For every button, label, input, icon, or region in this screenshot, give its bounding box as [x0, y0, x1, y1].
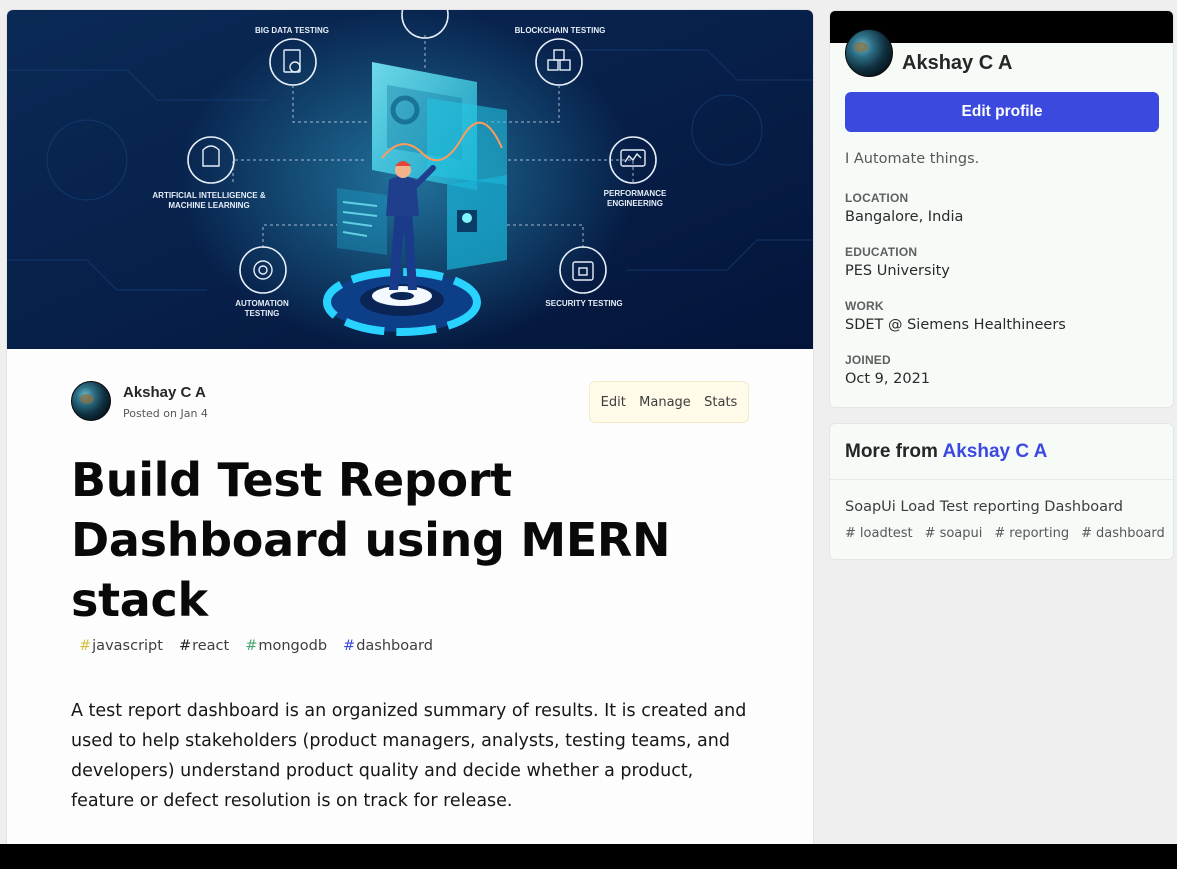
tag-loadtest[interactable]: # loadtest [841, 526, 921, 541]
profile-work: WORK SDET @ Siemens Healthineers [845, 299, 1066, 333]
tag-label: reporting [1009, 526, 1070, 541]
tag-react[interactable]: #react [171, 638, 237, 654]
cover-image: BIG DATA TESTING BLOCKCHAIN TESTING ARTI… [7, 10, 813, 349]
article-author-row: Akshay C A Posted on Jan 4 Edit Manage S… [71, 381, 749, 425]
tag-javascript[interactable]: #javascript [71, 638, 171, 654]
tag-mongodb[interactable]: #mongodb [237, 638, 335, 654]
posted-date: Posted on Jan 4 [123, 407, 208, 420]
tag-label: react [192, 638, 230, 654]
more-from-heading: More from Akshay C A [845, 441, 1047, 463]
field-label: JOINED [845, 353, 891, 367]
tag-label: dashboard [356, 638, 433, 654]
tag-dashboard[interactable]: #dashboard [335, 638, 441, 654]
cover-label-security: SECURITY TESTING [545, 299, 622, 308]
edit-link[interactable]: Edit [599, 391, 628, 414]
more-from-card: More from Akshay C A SoapUi Load Test re… [829, 423, 1174, 560]
article-card: BIG DATA TESTING BLOCKCHAIN TESTING ARTI… [7, 10, 813, 844]
tag-label: loadtest [859, 526, 913, 541]
tag-hash: # [343, 638, 356, 654]
more-from-tags: # loadtest # soapui # reporting # dashboard [841, 526, 1173, 541]
cover-label-big-data: BIG DATA TESTING [255, 26, 329, 35]
field-label: WORK [845, 299, 884, 313]
field-value: Oct 9, 2021 [845, 371, 931, 387]
author-name[interactable]: Akshay C A [123, 384, 206, 401]
cover-label-automation-1: AUTOMATION [235, 299, 289, 308]
cover-label-blockchain: BLOCKCHAIN TESTING [515, 26, 606, 35]
tag-hash: # [79, 638, 92, 654]
field-value: Bangalore, India [845, 209, 964, 225]
cover-label-ai-1: ARTIFICIAL INTELLIGENCE & [152, 191, 265, 200]
edit-profile-button[interactable]: Edit profile [845, 92, 1159, 132]
tag-hash: # [178, 638, 192, 654]
more-from-post-link[interactable]: SoapUi Load Test reporting Dashboard [845, 499, 1123, 515]
field-label: EDUCATION [845, 245, 918, 259]
cover-label-automation-2: TESTING [245, 309, 280, 318]
profile-card: Akshay C A Edit profile I Automate thing… [829, 10, 1174, 408]
profile-location: LOCATION Bangalore, India [845, 191, 963, 225]
article-tags: #javascript #react #mongodb #dashboard [71, 638, 441, 654]
article-title: Build Test Report Dashboard using MERN s… [71, 453, 671, 627]
cover-label-perf-1: PERFORMANCE [604, 189, 667, 198]
article-actions: Edit Manage Stats [589, 381, 749, 423]
tag-label: dashboard [1095, 526, 1165, 541]
tag-label: javascript [92, 638, 163, 654]
profile-avatar[interactable] [845, 29, 893, 77]
author-avatar[interactable] [71, 381, 111, 421]
field-value: PES University [845, 263, 950, 279]
tag-hash: # [245, 638, 258, 654]
profile-name[interactable]: Akshay C A [902, 52, 1012, 75]
manage-link[interactable]: Manage [637, 391, 693, 414]
cover-label-perf-2: ENGINEERING [607, 199, 663, 208]
more-from-prefix: More from [845, 441, 938, 462]
bottom-bar [0, 844, 1177, 869]
divider [830, 479, 1173, 480]
cover-label-ai-2: MACHINE LEARNING [168, 201, 249, 210]
tag-soapui[interactable]: # soapui [921, 526, 991, 541]
tag-reporting[interactable]: # reporting [990, 526, 1077, 541]
tag-label: soapui [939, 526, 983, 541]
article-body: A test report dashboard is an organized … [71, 701, 747, 811]
field-label: LOCATION [845, 191, 909, 205]
stats-link[interactable]: Stats [702, 391, 739, 414]
tag-dashboard[interactable]: #dashboard [1077, 526, 1173, 541]
profile-joined: JOINED Oct 9, 2021 [845, 353, 930, 387]
profile-bio: I Automate things. [845, 151, 980, 167]
tag-label: mongodb [258, 638, 328, 654]
more-from-author-link[interactable]: Akshay C A [942, 441, 1047, 462]
profile-education: EDUCATION PES University [845, 245, 950, 279]
field-value: SDET @ Siemens Healthineers [845, 317, 1066, 333]
